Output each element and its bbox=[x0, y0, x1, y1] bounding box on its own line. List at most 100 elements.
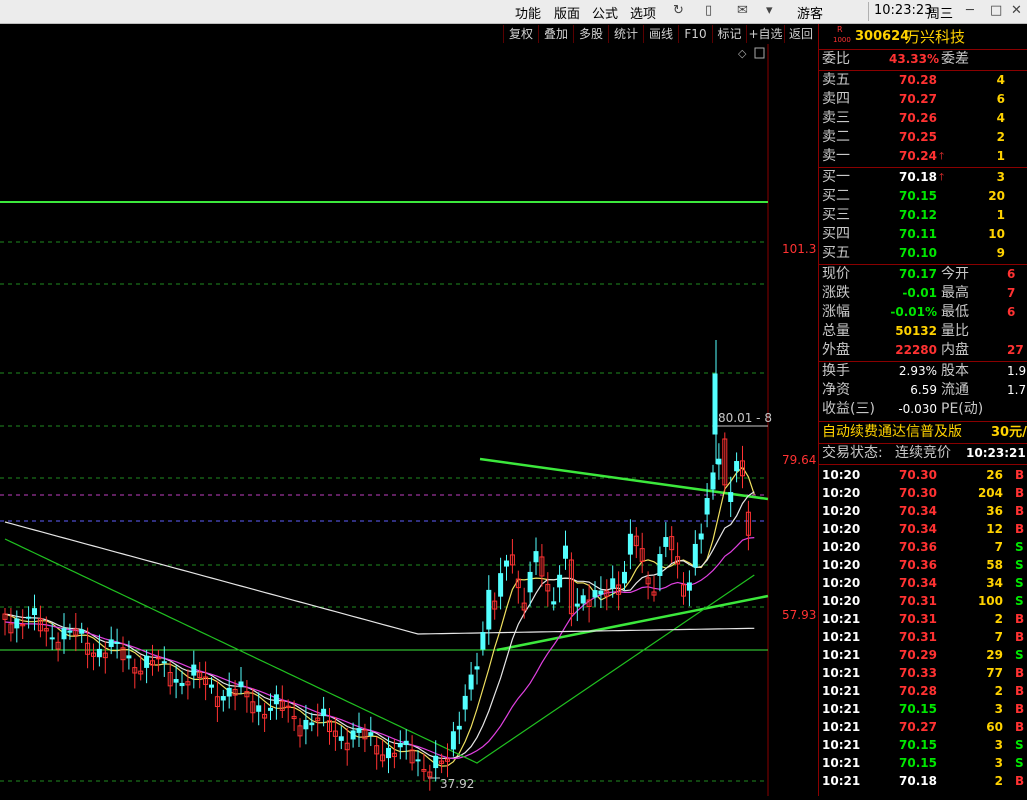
buy-level-2[interactable]: 买二 70.15 20 bbox=[819, 187, 1027, 206]
sell-level-1[interactable]: 卖一 70.24 🡑 1 bbox=[819, 147, 1027, 166]
sell-volume: 4 bbox=[996, 73, 1005, 87]
candle-body bbox=[627, 533, 633, 555]
candle-body bbox=[155, 657, 161, 660]
dropdown-icon[interactable]: ▾ bbox=[766, 3, 773, 18]
candle-body bbox=[273, 694, 279, 705]
menu-options[interactable]: 选项 bbox=[630, 3, 656, 22]
sell-level-3[interactable]: 卖三 70.26 4 bbox=[819, 109, 1027, 128]
menu-formula[interactable]: 公式 bbox=[592, 3, 618, 22]
toolbar-fuquan-button[interactable]: 复权 bbox=[503, 25, 538, 43]
candle-body bbox=[173, 679, 179, 683]
candle-body bbox=[356, 728, 362, 733]
sell-volume: 2 bbox=[996, 130, 1005, 144]
toolbar-mark-button[interactable]: 标记 bbox=[712, 25, 746, 43]
ad-banner[interactable]: 自动续费通达信普及版 30元/ bbox=[819, 423, 1027, 442]
buy-price: 70.11 bbox=[899, 227, 937, 241]
trade-tick-row: 10:21 70.28 2 B bbox=[822, 684, 1025, 698]
candle-body bbox=[226, 687, 232, 697]
buy-price: 70.15 bbox=[899, 189, 937, 203]
price-label-low: 57.93 bbox=[782, 608, 816, 622]
candle-body bbox=[161, 661, 167, 664]
candle-body bbox=[321, 708, 327, 717]
candle-body bbox=[622, 571, 627, 584]
weibi-row: 委比 43.33% 委差 bbox=[822, 51, 969, 67]
mail-icon[interactable]: ✉ bbox=[737, 3, 748, 18]
menu-function[interactable]: 功能 bbox=[515, 3, 541, 22]
candle-body bbox=[268, 707, 273, 711]
candle-body bbox=[96, 648, 102, 658]
trade-tick-row: 10:21 70.15 3 B bbox=[822, 702, 1025, 716]
candle-body bbox=[114, 641, 120, 644]
trade-tick-row: 10:21 70.31 2 B bbox=[822, 612, 1025, 626]
toolbar-back-button[interactable]: 返回 bbox=[784, 25, 817, 43]
buy-level-4[interactable]: 买四 70.11 10 bbox=[819, 225, 1027, 244]
candle-body bbox=[456, 725, 462, 730]
candle-body bbox=[474, 666, 480, 670]
kline-chart-svg[interactable]: ◇ 101.3 79.64 57.93 37.92 80.01 - 8 bbox=[0, 44, 818, 796]
trade-tick-row: 10:20 70.36 58 S bbox=[822, 558, 1024, 572]
candle-body bbox=[179, 682, 185, 687]
buy-level-1[interactable]: 买一 70.18 🡑 3 bbox=[819, 168, 1027, 187]
low-point-label: 37.92 bbox=[440, 777, 474, 791]
candle-body bbox=[403, 740, 409, 746]
quote-row: 外盘 22280 内盘 27 bbox=[822, 342, 1024, 358]
buy-volume: 9 bbox=[996, 246, 1005, 260]
trade-tick-row: 10:21 70.15 3 S bbox=[822, 756, 1024, 770]
phone-icon[interactable]: ▯ bbox=[705, 3, 712, 18]
sell-level-5[interactable]: 卖五 70.28 4 bbox=[819, 71, 1027, 90]
sell-price: 70.25 bbox=[899, 130, 937, 144]
clock-time: 10:23:23 bbox=[874, 3, 933, 18]
toolbar-add-watchlist-button[interactable]: +自选 bbox=[746, 25, 784, 43]
toolbar-multi-stock-button[interactable]: 多股 bbox=[573, 25, 608, 43]
fundamental-row: 净资 6.59 流通 1.7 bbox=[822, 382, 1027, 398]
quote-row: 现价 70.17 今开 6 bbox=[822, 266, 1016, 282]
candle-body bbox=[238, 681, 244, 688]
trade-tick-row: 10:20 70.34 12 B bbox=[822, 522, 1025, 536]
candle-body bbox=[368, 732, 374, 736]
toolbar-overlay-button[interactable]: 叠加 bbox=[538, 25, 573, 43]
candle-body bbox=[49, 637, 55, 640]
buy-level-3[interactable]: 买三 70.12 1 bbox=[819, 206, 1027, 225]
refresh-icon[interactable]: ↻ bbox=[673, 3, 684, 18]
buy-level-5[interactable]: 买五 70.10 9 bbox=[819, 244, 1027, 263]
panel-toggle-icon[interactable] bbox=[754, 47, 765, 59]
trade-tick-row: 10:21 70.33 77 B bbox=[822, 666, 1025, 680]
toolbar-draw-button[interactable]: 画线 bbox=[643, 25, 678, 43]
sell-level-4[interactable]: 卖四 70.27 6 bbox=[819, 90, 1027, 109]
sell-level-2[interactable]: 卖二 70.25 2 bbox=[819, 128, 1027, 147]
candle-body bbox=[533, 551, 539, 563]
candle-body bbox=[710, 472, 716, 490]
toolbar-f10-button[interactable]: F10 bbox=[678, 25, 712, 43]
trade-tick-row: 10:21 70.18 2 B bbox=[822, 774, 1025, 788]
stock-name: 万兴科技 bbox=[905, 28, 966, 46]
candle-body bbox=[610, 578, 616, 589]
menu-layout[interactable]: 版面 bbox=[554, 3, 580, 22]
high-point-label: 80.01 - 8 bbox=[718, 411, 772, 425]
candle-body bbox=[108, 639, 114, 647]
candle-body bbox=[397, 742, 403, 748]
candle-body bbox=[712, 373, 718, 435]
candle-body bbox=[462, 695, 468, 710]
ma10-line bbox=[4, 491, 755, 760]
toolbar-stats-button[interactable]: 统计 bbox=[608, 25, 643, 43]
candle-body bbox=[728, 492, 734, 502]
quote-panel: R 1000 300624 万兴科技 委比 43.33% 委差 卖五 70.28… bbox=[818, 24, 1027, 796]
trade-tick-row: 10:20 70.30 26 B bbox=[822, 468, 1025, 482]
candle-body bbox=[14, 618, 20, 629]
trade-tick-row: 10:20 70.30 204 B bbox=[822, 486, 1025, 500]
kline-chart[interactable]: ◇ 101.3 79.64 57.93 37.92 80.01 - 8 bbox=[0, 44, 818, 796]
user-label[interactable]: 游客 bbox=[797, 3, 823, 22]
minimize-icon[interactable]: ─ bbox=[966, 3, 974, 18]
candle-body bbox=[303, 719, 309, 730]
trade-tick-row: 10:20 70.31 100 S bbox=[822, 594, 1024, 608]
candle-body bbox=[67, 630, 73, 633]
maximize-icon[interactable]: □ bbox=[990, 3, 1002, 18]
diamond-icon[interactable]: ◇ bbox=[738, 47, 747, 60]
candle-body bbox=[692, 543, 698, 568]
close-icon[interactable]: ✕ bbox=[1011, 3, 1022, 18]
candle-body bbox=[415, 759, 421, 762]
stock-badge-sub: 1000 bbox=[833, 36, 851, 44]
candle-body bbox=[498, 573, 504, 597]
candle-body bbox=[686, 582, 692, 591]
candle-body bbox=[551, 601, 557, 605]
